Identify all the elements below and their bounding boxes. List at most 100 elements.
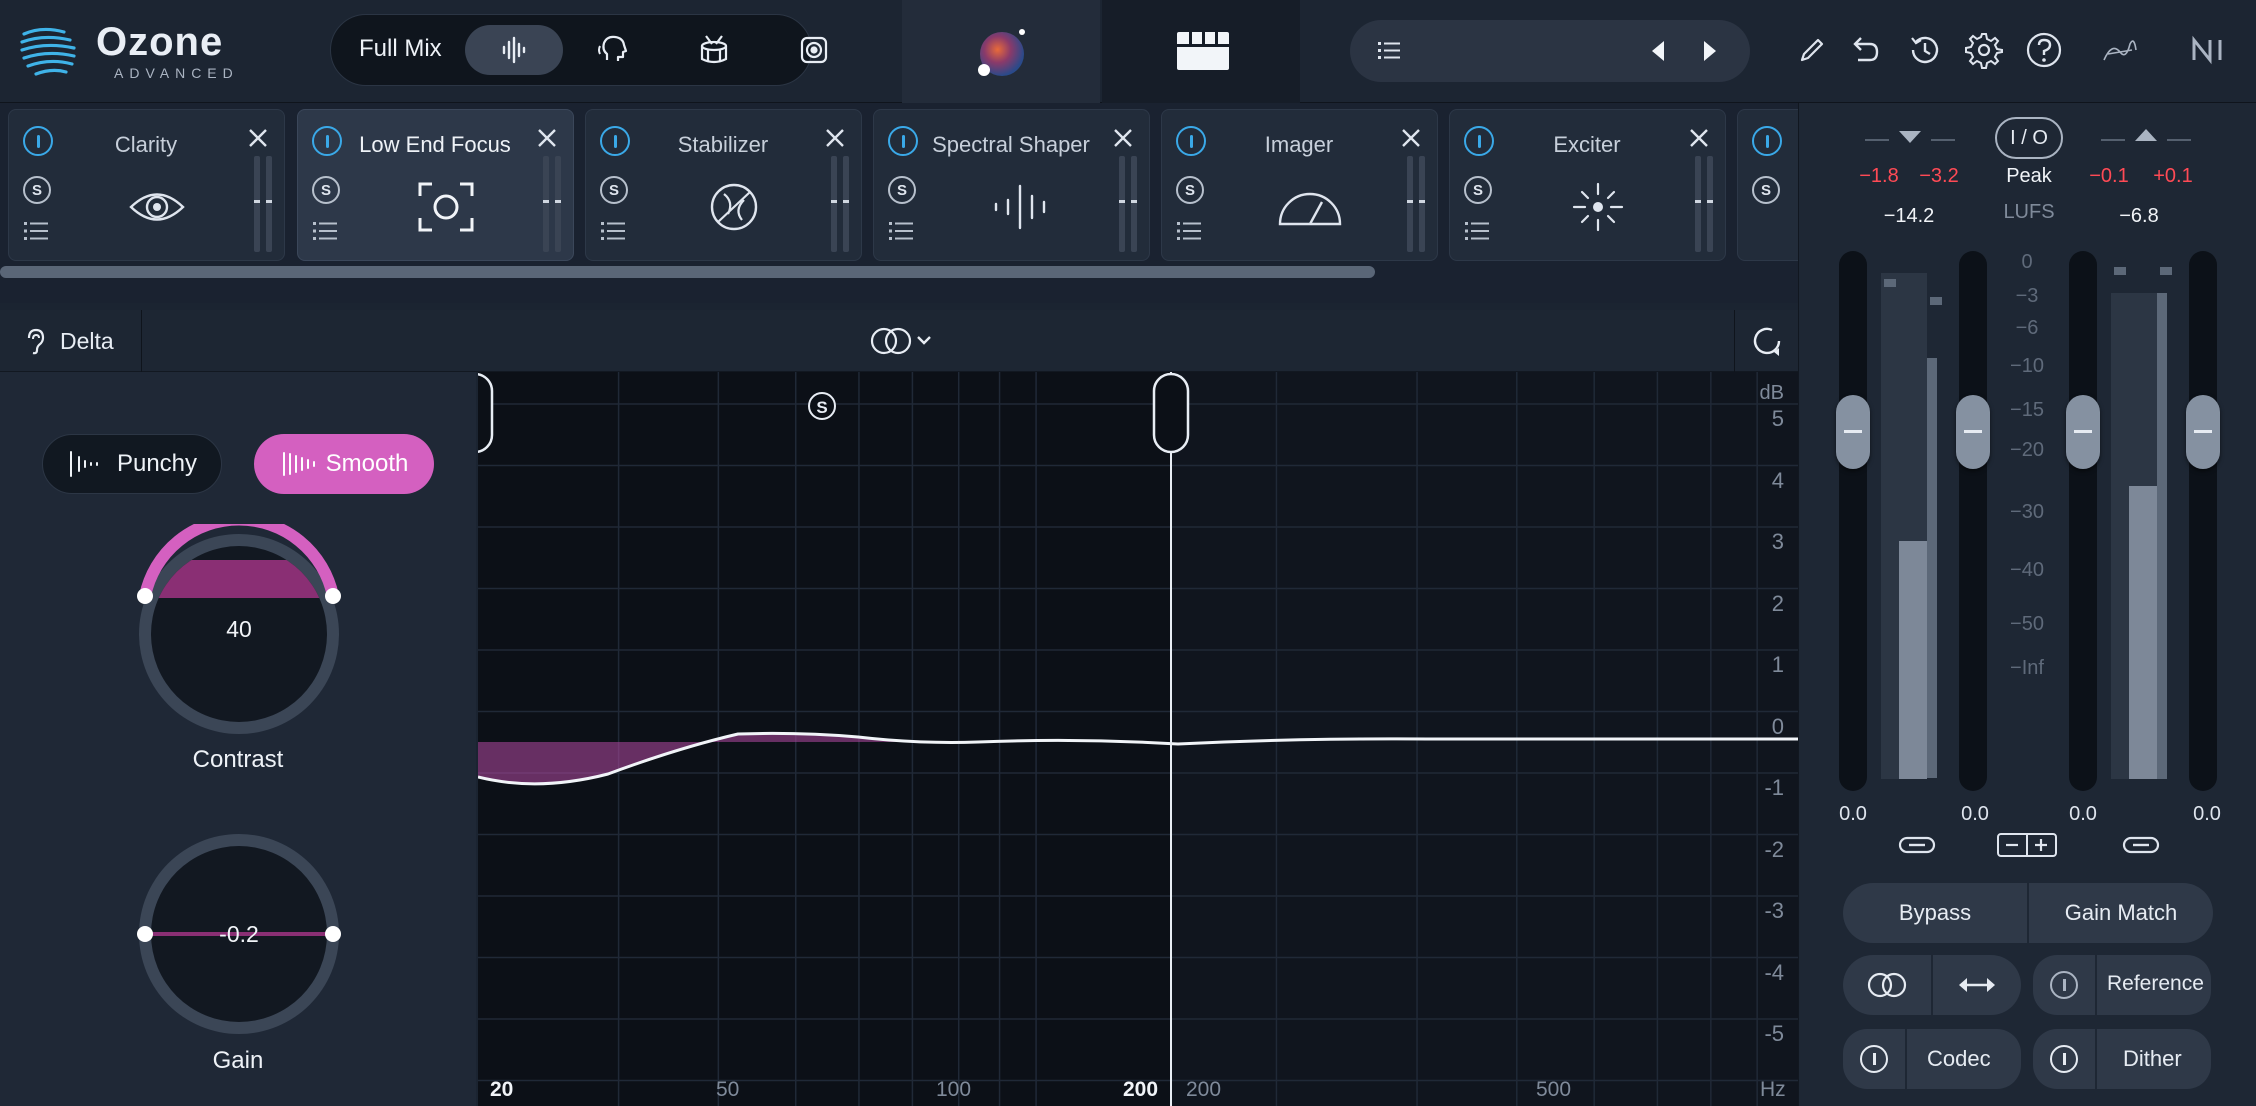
peak-label[interactable]: Peak (1999, 165, 2059, 188)
y-tick-label: -4 (1764, 959, 1784, 985)
module-menu-icon[interactable] (600, 220, 628, 242)
module-solo-icon[interactable]: S (312, 176, 340, 204)
input-peak-hold-right (1930, 297, 1942, 305)
swap-channels-button[interactable] (1933, 955, 2021, 1015)
reference-power[interactable] (2033, 955, 2097, 1015)
output-trim-fader-track[interactable] (2069, 251, 2097, 791)
close-icon[interactable] (1685, 124, 1713, 152)
input-gain-fader-track[interactable] (1839, 251, 1867, 791)
module-menu-icon[interactable] (888, 220, 916, 242)
module-power-icon[interactable] (600, 126, 630, 156)
io-toggle-button[interactable]: I / O (1995, 117, 2063, 159)
reference-button[interactable]: Reference (2033, 955, 2211, 1015)
output-expand-icon[interactable] (2131, 125, 2161, 145)
module-power-icon[interactable] (312, 126, 342, 156)
output-gain-value[interactable]: 0.0 (2177, 803, 2237, 826)
codec-button[interactable]: Codec (1843, 1029, 2021, 1089)
preset-browser[interactable] (1350, 20, 1750, 82)
waveform-mode-button[interactable] (465, 25, 563, 75)
module-power-icon[interactable] (888, 126, 918, 156)
module-solo-icon[interactable]: S (1464, 176, 1492, 204)
input-trim-fader-track[interactable] (1959, 251, 1987, 791)
stabilizer-icon (694, 172, 774, 242)
output-gain-fader[interactable] (2186, 395, 2220, 469)
module-menu-icon[interactable] (1464, 220, 1492, 242)
output-gain-fader-track[interactable] (2189, 251, 2217, 791)
module-power-icon[interactable] (1464, 126, 1494, 156)
app-name: Ozone (96, 20, 224, 64)
close-icon[interactable] (1109, 124, 1137, 152)
close-icon[interactable] (1397, 124, 1425, 152)
input-link-icon[interactable] (1897, 833, 1937, 857)
input-gain-fader[interactable] (1836, 395, 1870, 469)
y-tick-label: 2 (1771, 590, 1784, 616)
module-name: Clarity (114, 132, 178, 157)
dither-button[interactable]: Dither (2033, 1029, 2211, 1089)
dither-power[interactable] (2033, 1029, 2097, 1089)
reset-icon[interactable] (1748, 322, 1786, 360)
frequency-graph[interactable]: S dB 5 4 3 2 1 0 -1 -2 -3 -4 -5 20 50 100 200 200 500 Hz (478, 372, 1798, 1106)
drum-mode-button[interactable] (665, 25, 763, 75)
output-trim-value[interactable]: 0.0 (2053, 803, 2113, 826)
stereo-link-icon[interactable] (868, 324, 938, 358)
output-trim-fader[interactable] (2066, 395, 2100, 469)
module-card[interactable]: S Imager (1161, 109, 1438, 261)
module-card[interactable]: S Spectral Shaper (873, 109, 1150, 261)
gain-match-button[interactable]: Gain Match (2029, 883, 2213, 943)
undo-button[interactable] (1842, 28, 1886, 72)
trim-adjust-icon[interactable] (1995, 831, 2059, 859)
previous-preset-icon[interactable] (1646, 38, 1672, 64)
module-solo-icon[interactable]: S (1752, 176, 1780, 204)
module-menu-icon[interactable] (1176, 220, 1204, 242)
module-name: Stabilizer (677, 132, 769, 157)
module-menu-icon[interactable] (312, 220, 340, 242)
close-icon[interactable] (533, 124, 561, 152)
bypass-button[interactable]: Bypass (1843, 883, 2027, 943)
codec-label: Codec (1927, 1046, 1991, 1071)
module-solo-icon[interactable]: S (1176, 176, 1204, 204)
module-solo-icon[interactable]: S (888, 176, 916, 204)
module-power-icon[interactable] (23, 126, 53, 156)
codec-power[interactable] (1843, 1029, 1907, 1089)
ear-icon[interactable] (20, 326, 50, 356)
low-band-handle[interactable] (478, 373, 494, 453)
input-peak-left: −1.8 (1859, 165, 1899, 187)
smooth-mode-button[interactable]: Smooth (254, 434, 434, 494)
module-solo-icon[interactable]: S (600, 176, 628, 204)
module-solo-icon[interactable]: S (23, 176, 51, 204)
full-mix-label[interactable]: Full Mix (359, 35, 442, 63)
input-collapse-icon[interactable] (1895, 127, 1925, 147)
input-trim-fader[interactable] (1956, 395, 1990, 469)
help-button[interactable] (2022, 28, 2066, 72)
pencil-tool[interactable] (1790, 28, 1834, 72)
speaker-mode-button[interactable] (765, 25, 863, 75)
module-card[interactable]: S Stabilizer (585, 109, 862, 261)
close-icon[interactable] (244, 124, 272, 152)
module-card[interactable]: S Low End Focus (297, 109, 574, 261)
crossover-handle[interactable] (1152, 372, 1190, 454)
module-chain-scrollbar[interactable] (0, 266, 1375, 278)
vocal-mode-button[interactable] (565, 25, 663, 75)
module-slot-overflow[interactable]: S (1737, 109, 1807, 261)
module-menu-icon[interactable] (23, 220, 51, 242)
input-trim-value[interactable]: 0.0 (1945, 803, 2005, 826)
module-card[interactable]: S Clarity (8, 109, 285, 261)
app-edition: ADVANCED (114, 65, 239, 81)
close-icon[interactable] (821, 124, 849, 152)
delta-label[interactable]: Delta (60, 328, 114, 355)
eq-curve-display[interactable]: S (478, 372, 1798, 1106)
output-link-icon[interactable] (2121, 833, 2161, 857)
top-bar: Ozone ADVANCED Full Mix (0, 0, 2256, 103)
module-power-icon[interactable] (1176, 126, 1206, 156)
master-assistant-button[interactable] (902, 0, 1100, 103)
mono-button[interactable] (1843, 955, 1931, 1015)
module-card[interactable]: S Exciter (1449, 109, 1726, 261)
input-gain-value[interactable]: 0.0 (1823, 803, 1883, 826)
history-button[interactable] (1902, 28, 1946, 72)
module-power-icon[interactable] (1752, 126, 1782, 156)
next-preset-icon[interactable] (1696, 38, 1722, 64)
module-view-button[interactable] (1102, 0, 1300, 103)
lufs-label[interactable]: LUFS (1989, 201, 2069, 224)
settings-button[interactable] (1962, 28, 2006, 72)
punchy-mode-button[interactable]: Punchy (42, 434, 222, 494)
